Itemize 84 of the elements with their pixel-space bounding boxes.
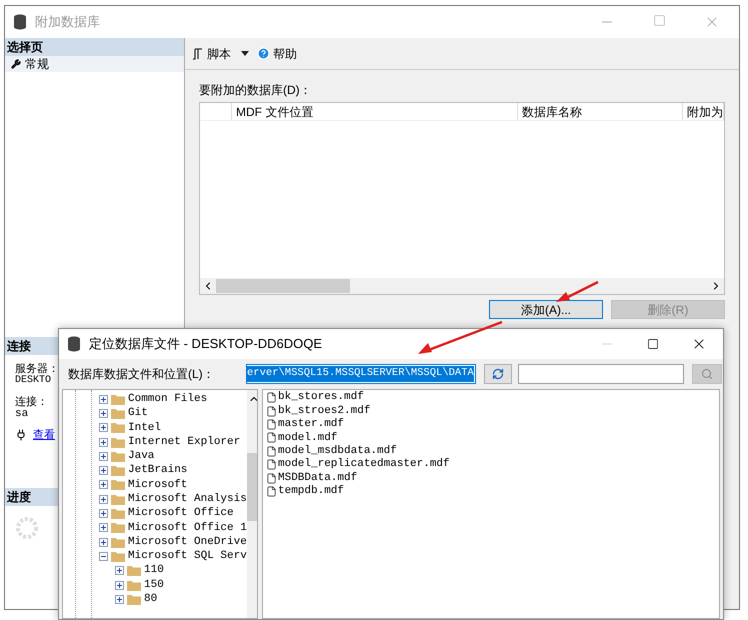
script-button[interactable]: 脚本 bbox=[193, 44, 231, 62]
folder-icon bbox=[111, 522, 125, 534]
add-button[interactable]: 添加(A)... bbox=[489, 300, 603, 319]
folder-icon bbox=[111, 450, 125, 462]
tree-item[interactable]: Microsoft Office 1 bbox=[128, 520, 247, 536]
folder-icon bbox=[111, 465, 125, 476]
expand-toggle[interactable] bbox=[99, 523, 108, 532]
expand-toggle[interactable] bbox=[99, 538, 108, 547]
folder-icon bbox=[111, 422, 125, 434]
expand-toggle[interactable] bbox=[99, 509, 108, 518]
folder-icon bbox=[111, 494, 125, 505]
dropdown-caret-icon[interactable] bbox=[241, 51, 249, 56]
tree-item[interactable]: Microsoft OneDrive bbox=[128, 534, 247, 550]
section-header: 选择页 bbox=[5, 38, 184, 56]
expand-toggle[interactable] bbox=[99, 480, 108, 490]
tree-item[interactable]: Intel bbox=[128, 420, 162, 436]
tree-item[interactable]: Git bbox=[128, 405, 148, 422]
help-icon bbox=[257, 47, 270, 60]
expand-toggle[interactable] bbox=[115, 566, 124, 576]
database-icon bbox=[13, 14, 27, 30]
expand-toggle[interactable] bbox=[99, 452, 108, 461]
connection-label: 连接： bbox=[15, 396, 48, 408]
tree-item[interactable]: 110 bbox=[144, 562, 164, 579]
folder-icon bbox=[111, 408, 125, 419]
file-icon bbox=[266, 486, 277, 497]
wrench-icon bbox=[11, 59, 21, 69]
tree-item[interactable]: Internet Explorer bbox=[128, 434, 240, 450]
folder-icon bbox=[111, 550, 125, 562]
folder-icon bbox=[127, 594, 141, 605]
server-name: DESKTO bbox=[15, 375, 52, 387]
view-link[interactable]: 查看 bbox=[33, 429, 55, 441]
expand-toggle[interactable] bbox=[115, 580, 124, 590]
column-header[interactable]: 附加为 bbox=[683, 103, 724, 120]
file-icon bbox=[266, 446, 277, 457]
tree-item[interactable]: 150 bbox=[144, 576, 164, 594]
annotation-arrow bbox=[556, 280, 600, 304]
attach-label: 要附加的数据库(D)： bbox=[199, 82, 313, 99]
collapse-toggle[interactable] bbox=[99, 552, 108, 561]
user-name: sa bbox=[15, 408, 28, 420]
file-icon bbox=[266, 472, 277, 484]
file-icon bbox=[266, 432, 277, 444]
folder-icon bbox=[127, 565, 141, 576]
folder-icon bbox=[111, 436, 125, 448]
refresh-icon bbox=[492, 368, 504, 380]
file-icon bbox=[266, 406, 277, 417]
horizontal-scrollbar[interactable] bbox=[200, 278, 724, 294]
file-icon bbox=[266, 392, 277, 404]
tree-item[interactable]: JetBrains bbox=[128, 462, 188, 479]
script-icon bbox=[193, 48, 203, 60]
tree-item[interactable]: Microsoft Office bbox=[128, 505, 234, 522]
file-icon bbox=[266, 459, 277, 470]
plug-icon bbox=[15, 429, 27, 441]
folder-icon bbox=[111, 536, 125, 548]
path-field[interactable]: erver\MSSQL15.MSSQLSERVER\MSSQL\DATA bbox=[246, 364, 476, 384]
tree-item[interactable]: 80 bbox=[144, 591, 158, 608]
expand-toggle[interactable] bbox=[99, 466, 108, 476]
file-icon bbox=[266, 418, 277, 430]
folder-icon bbox=[111, 508, 125, 520]
tree-item[interactable]: Microsoft SQL Serv bbox=[128, 548, 247, 565]
maximize-icon[interactable] bbox=[647, 338, 659, 350]
column-header[interactable]: MDF 文件位置 bbox=[232, 103, 518, 120]
tree-item[interactable]: Java bbox=[128, 448, 154, 465]
expand-toggle[interactable] bbox=[99, 423, 108, 432]
folder-icon bbox=[111, 394, 125, 405]
tree-item[interactable]: Common Files bbox=[128, 390, 208, 408]
vertical-scrollbar[interactable] bbox=[246, 390, 257, 618]
server-label: 服务器： bbox=[15, 363, 59, 375]
sidebar-item[interactable]: 常规 bbox=[5, 56, 184, 72]
expand-toggle[interactable] bbox=[115, 594, 124, 604]
expand-toggle[interactable] bbox=[99, 394, 108, 404]
spinner-icon bbox=[15, 516, 39, 540]
help-button[interactable]: 帮助 bbox=[257, 44, 297, 62]
expand-toggle[interactable] bbox=[99, 408, 108, 418]
window-title: 附加数据库 bbox=[35, 13, 100, 32]
expand-toggle[interactable] bbox=[99, 494, 108, 504]
refresh-button[interactable] bbox=[484, 364, 512, 384]
expand-toggle[interactable] bbox=[99, 438, 108, 447]
folder-icon bbox=[111, 479, 125, 490]
folder-icon bbox=[127, 580, 141, 590]
database-icon bbox=[67, 336, 81, 352]
path-label: 数据库数据文件和位置(L)： bbox=[68, 366, 216, 383]
search-icon bbox=[701, 368, 713, 380]
search-field[interactable] bbox=[518, 364, 684, 384]
column-header[interactable]: 数据库名称 bbox=[518, 103, 683, 120]
